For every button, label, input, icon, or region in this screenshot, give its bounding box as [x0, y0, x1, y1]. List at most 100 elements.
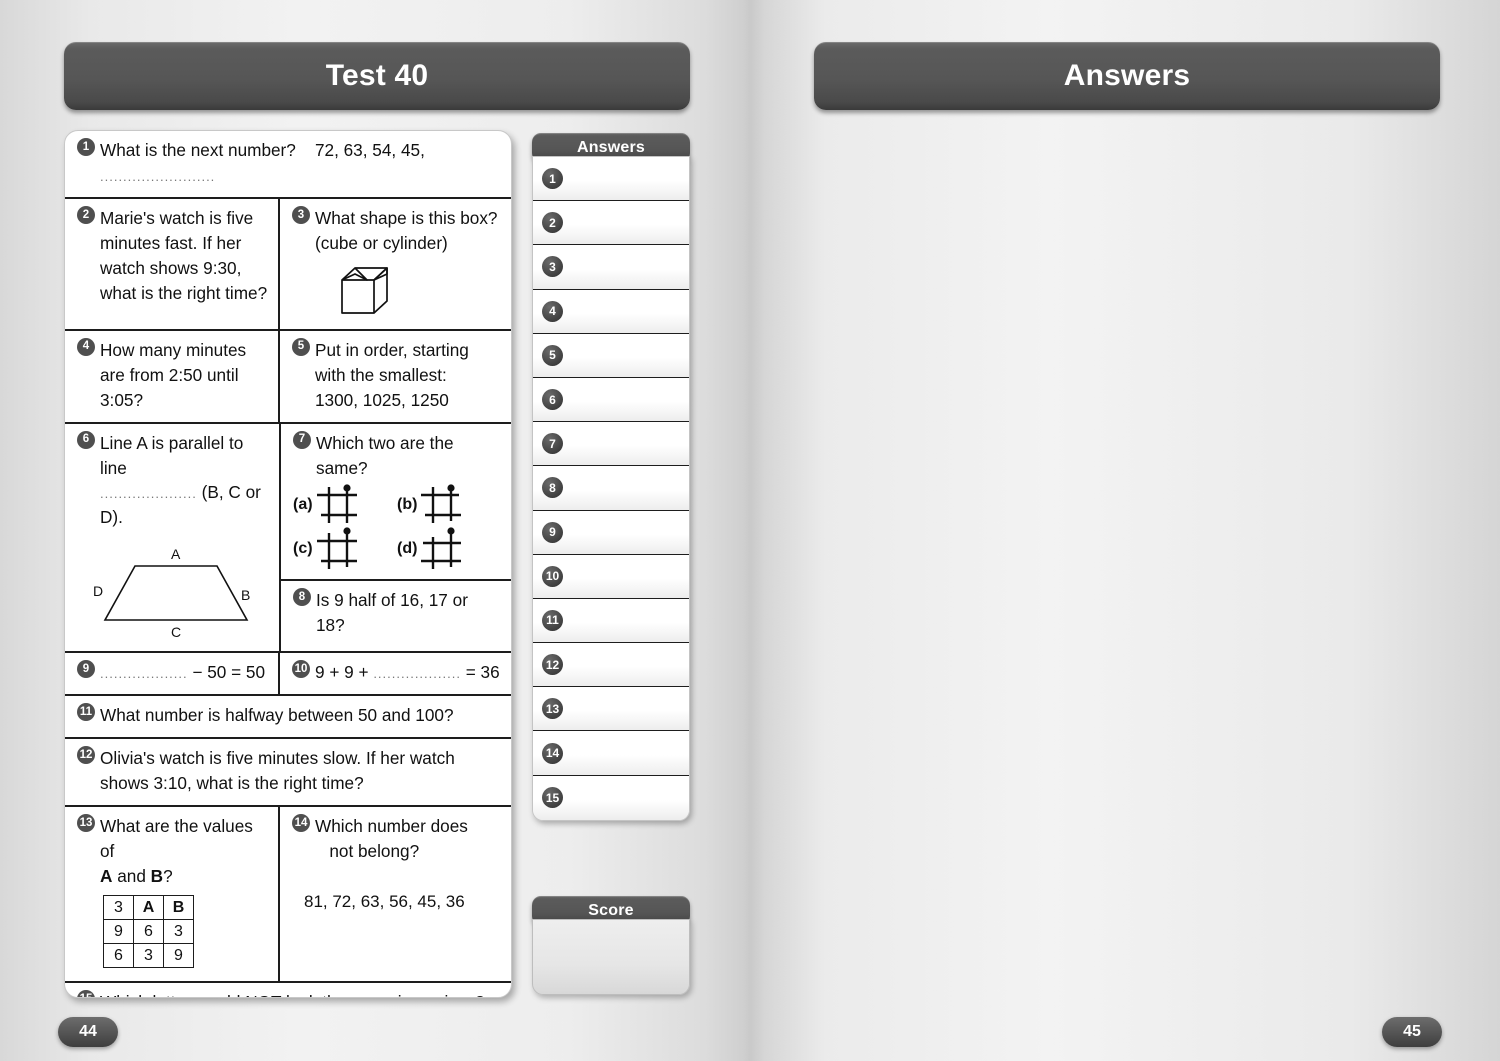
question-2: 2 Marie's watch is five minutes fast. If… [65, 198, 280, 329]
answer-row[interactable]: 3 [533, 245, 689, 290]
answer-row[interactable]: 4 [533, 289, 689, 334]
grid-shape-c [316, 527, 357, 570]
question-text-11: What number is halfway between 50 and 10… [100, 705, 454, 726]
svg-text:D: D [93, 583, 103, 599]
question-3-hint: (cube or cylinder) [315, 232, 448, 253]
question-8: 8 Is 9 half of 16, 17 or 18? [281, 581, 511, 651]
question-text-12: Olivia's watch is five minutes slow. If … [100, 748, 455, 794]
answer-row-number: 12 [542, 654, 563, 676]
page-title: Test 40 [64, 42, 690, 110]
answer-row-number: 2 [542, 212, 563, 234]
answer-row[interactable]: 14 [533, 731, 689, 776]
question-number-14: 14 [292, 814, 310, 833]
trapezium-icon: A B C D [77, 530, 269, 642]
question-number-4: 4 [77, 337, 95, 356]
answer-row-number: 8 [542, 477, 563, 499]
question-number-10: 10 [292, 660, 310, 679]
answer-row-number: 4 [542, 300, 563, 322]
question-text-8: Is 9 half of 16, 17 or 18? [316, 590, 468, 636]
question-5: 5 Put in order, starting with the smalle… [280, 331, 511, 422]
svg-text:B: B [241, 587, 250, 603]
question-number-15: 15 [77, 990, 95, 997]
answers-strip-body: 1 2 3 4 5 6 7 8 9 10 11 12 13 14 15 [532, 156, 690, 821]
answer-row[interactable]: 8 [533, 466, 689, 511]
answer-row-number: 7 [542, 433, 563, 455]
answer-row[interactable]: 6 [533, 377, 689, 423]
question-text-7: Which two are the same? [316, 432, 454, 478]
question-text-6: Line A is parallel to line [100, 432, 244, 478]
question-14: 14 Which number does not belong? 81, 72,… [280, 807, 511, 981]
question-number-2: 2 [77, 205, 95, 224]
question-text-5: Put in order, starting with the smallest… [315, 339, 469, 385]
svg-text:A: A [171, 546, 181, 562]
table-row: 3 A B [103, 894, 194, 921]
answer-row-number: 6 [542, 389, 563, 411]
question-10: 10 9 + 9 + ................... = 36 [280, 653, 511, 694]
question-number-13: 13 [77, 814, 95, 833]
question-number-5: 5 [292, 337, 310, 356]
answer-row-number: 11 [542, 609, 563, 631]
question-9: 9 ................... − 50 = 50 [65, 653, 280, 695]
question-number-12: 12 [77, 746, 95, 765]
answer-row[interactable]: 2 [533, 201, 689, 246]
answer-row-number: 3 [542, 256, 563, 278]
score-input[interactable] [532, 919, 690, 995]
question-number-11: 11 [77, 703, 95, 722]
answer-row-number: 14 [542, 742, 563, 764]
open-box-icon [292, 256, 501, 320]
question-text-1: What is the next number? [100, 140, 296, 160]
answer-row-number: 9 [542, 521, 563, 543]
question-1: 1 What is the next number? 72, 63, 54, 4… [65, 131, 511, 197]
answer-row-number: 10 [542, 565, 563, 587]
question-text-15: Which letter would NOT look the same in … [100, 990, 501, 997]
page-number-left: 44 [58, 1017, 118, 1047]
question-row-5: 9 ................... − 50 = 50 10 9 + 9… [65, 653, 511, 697]
question-number-1: 1 [77, 138, 95, 156]
option-d[interactable]: (d) [397, 526, 501, 570]
question-4: 4 How many minutes are from 2:50 until 3… [65, 330, 280, 422]
option-a[interactable]: (a) [293, 482, 397, 526]
question-card: 1 What is the next number? 72, 63, 54, 4… [64, 130, 512, 998]
answers-page-title: Answers [814, 42, 1440, 110]
grid-shape-d [421, 527, 462, 570]
answer-row[interactable]: 7 [533, 422, 689, 467]
answer-row[interactable]: 15 [533, 775, 689, 820]
answer-row[interactable]: 12 [533, 643, 689, 688]
score-panel: Score [532, 896, 690, 995]
option-c[interactable]: (c) [293, 526, 397, 570]
grid-shape-a [316, 484, 357, 524]
option-b[interactable]: (b) [397, 482, 501, 526]
question-text-3: What shape is this box? [315, 207, 498, 228]
question-15: 15 Which letter would NOT look the same … [65, 983, 511, 997]
answers-strip: Answers 1 2 3 4 5 6 7 8 9 10 11 12 13 14… [532, 133, 690, 821]
question-13-table: 3 A B 9 6 3 6 3 9 [103, 894, 194, 969]
question-text-9: − 50 = 50 [192, 662, 266, 683]
question-number-6: 6 [77, 430, 95, 449]
answer-blank-9[interactable]: ................... [100, 666, 188, 681]
answer-row[interactable]: 1 [533, 157, 689, 202]
answer-blank-1[interactable]: ......................... [100, 169, 215, 184]
svg-text:C: C [171, 624, 181, 640]
answer-row[interactable]: 11 [533, 598, 689, 644]
question-13: 13 What are the values of A and B? 3 A B … [65, 807, 280, 982]
question-12: 12 Olivia's watch is five minutes slow. … [65, 739, 511, 805]
page-number-right: 45 [1382, 1017, 1442, 1047]
right-page: Answers Test 1142121531104505(b)610 o'cl… [750, 0, 1500, 1061]
answer-blank-6[interactable]: ..................... [100, 486, 197, 501]
answer-row[interactable]: 13 [533, 687, 689, 732]
question-row-8: 13 What are the values of A and B? 3 A B … [65, 807, 511, 984]
answer-row[interactable]: 10 [533, 554, 689, 599]
question-number-3: 3 [292, 205, 310, 224]
answer-row[interactable]: 9 [533, 510, 689, 555]
question-10-tail: = 36 [465, 662, 500, 683]
answer-row[interactable]: 5 [533, 333, 689, 378]
answer-blank-10[interactable]: ................... [373, 666, 461, 681]
answer-row-number: 15 [542, 787, 563, 809]
question-14-numbers: 81, 72, 63, 56, 45, 36 [304, 891, 465, 911]
question-3: 3 What shape is this box? (cube or cylin… [280, 199, 511, 329]
question-row-2: 2 Marie's watch is five minutes fast. If… [65, 198, 511, 331]
left-page: Test 40 1 What is the next number? 72, 6… [0, 0, 750, 1061]
table-row: 6 3 9 [103, 943, 194, 969]
answer-row-number: 5 [542, 344, 563, 366]
question-row-1: 1 What is the next number? 72, 63, 54, 4… [65, 131, 511, 199]
